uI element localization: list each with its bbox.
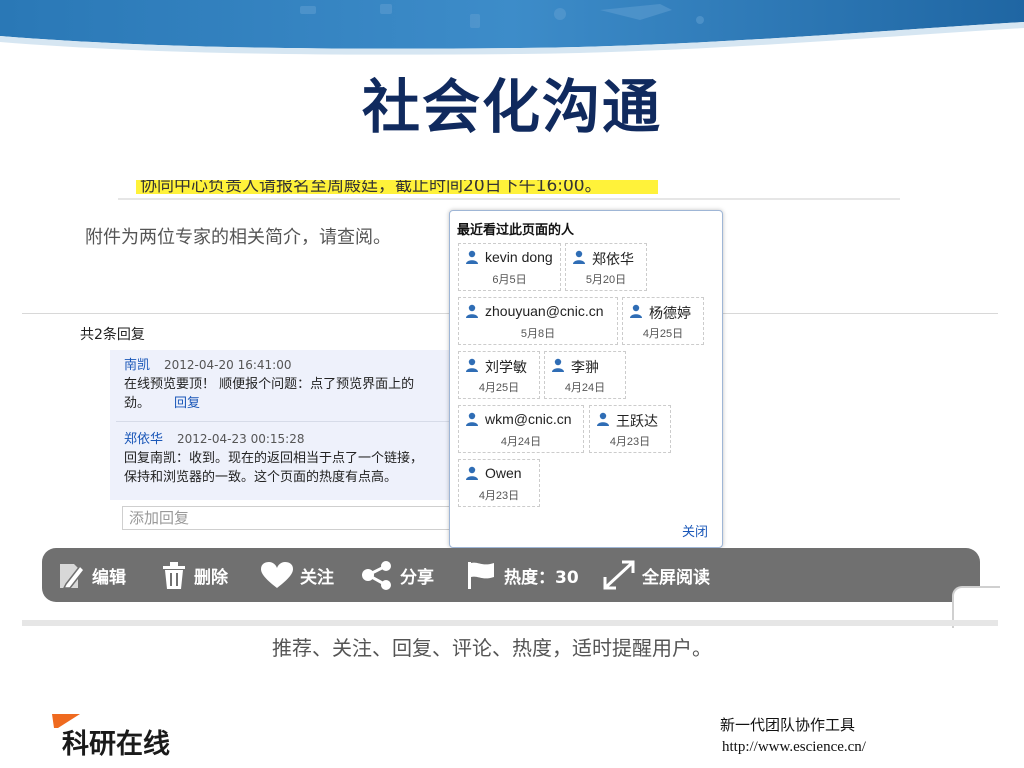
comments-list: 南凯 2012-04-20 16:41:00 在线预览要顶！ 顺便报个问题：点了预… xyxy=(110,350,460,500)
viewer-name: 刘学敏 xyxy=(485,359,527,375)
comment-text: 保持和浏览器的一致。这个页面的热度有点高。 xyxy=(124,470,398,485)
bottom-edge xyxy=(22,620,998,626)
reply-link[interactable]: 回复 xyxy=(174,396,200,411)
viewer-date: 4月24日 xyxy=(500,436,542,448)
viewer-date: 4月25日 xyxy=(642,328,684,340)
user-icon xyxy=(466,304,478,318)
viewer-name: Owen xyxy=(485,465,522,481)
viewer-date: 5月8日 xyxy=(520,328,556,340)
user-icon xyxy=(466,412,478,426)
user-icon xyxy=(573,250,585,264)
user-icon xyxy=(466,250,478,264)
comment-text: 回复南凯：收到。现在的返回相当于点了一个链接， xyxy=(124,451,424,466)
app-screenshot: 协同中心负责人请报名至周殿廷，截止时间20日下午16:00。 附件为两位专家的相… xyxy=(22,176,1000,628)
comment-time: 2012-04-23 00:15:28 xyxy=(177,432,305,446)
trash-icon xyxy=(163,562,185,589)
follow-label: 关注 xyxy=(300,567,334,588)
fullscreen-label: 全屏阅读 xyxy=(642,567,710,588)
viewer-name: 郑依华 xyxy=(592,251,634,267)
edit-label: 编辑 xyxy=(92,567,126,588)
edit-button[interactable]: 编辑 xyxy=(58,548,126,602)
comment-separator xyxy=(116,421,460,422)
slide-caption: 推荐、关注、回复、评论、热度，适时提醒用户。 xyxy=(272,636,712,660)
comment-author[interactable]: 南凯 xyxy=(124,358,150,373)
heart-icon xyxy=(261,562,293,588)
fullscreen-button[interactable]: 全屏阅读 xyxy=(602,548,710,602)
viewer-chip[interactable]: 王跃达 4月23日 xyxy=(589,405,671,453)
close-link[interactable]: 关闭 xyxy=(682,521,708,540)
logo: 科研在线 xyxy=(52,714,202,760)
viewer-date: 4月23日 xyxy=(609,436,651,448)
comment-item: 郑依华 2012-04-23 00:15:28 回复南凯：收到。现在的返回相当于点… xyxy=(124,430,423,487)
user-icon xyxy=(552,358,564,372)
viewer-name: 王跃达 xyxy=(616,413,658,429)
viewer-date: 5月20日 xyxy=(585,274,627,286)
viewer-name: 杨德婷 xyxy=(649,305,691,321)
footer-tagline: 新一代团队协作工具 xyxy=(720,716,856,734)
viewer-date: 4月23日 xyxy=(478,490,520,502)
comment-text: 劲。 xyxy=(124,396,151,411)
viewer-chip[interactable]: 杨德婷 4月25日 xyxy=(622,297,704,345)
viewer-date: 4月24日 xyxy=(564,382,606,394)
expand-icon xyxy=(603,560,635,590)
viewer-chip[interactable]: Owen 4月23日 xyxy=(458,459,540,507)
viewer-chip[interactable]: kevin dong 6月5日 xyxy=(458,243,561,291)
pencil-icon xyxy=(60,564,85,589)
comment-author[interactable]: 郑依华 xyxy=(124,432,163,447)
user-icon xyxy=(466,358,478,372)
viewer-chip[interactable]: 李翀 4月24日 xyxy=(544,351,626,399)
viewer-name: wkm@cnic.cn xyxy=(485,411,572,427)
user-icon xyxy=(630,304,642,318)
viewer-name: 李翀 xyxy=(571,359,599,375)
viewer-date: 4月25日 xyxy=(478,382,520,394)
top-banner xyxy=(0,0,1024,56)
viewer-chip[interactable]: wkm@cnic.cn 4月24日 xyxy=(458,405,584,453)
comment-text: 在线预览要顶！ 顺便报个问题：点了预览界面上的 xyxy=(124,377,415,392)
reply-input[interactable]: 添加回复 xyxy=(122,506,460,530)
viewer-name: zhouyuan@cnic.cn xyxy=(485,303,604,319)
action-toolbar: 编辑 删除 关注 分享 热度：30 全屏阅读 xyxy=(42,548,980,602)
heat-button[interactable]: 热度：30 xyxy=(466,548,579,602)
popup-title: 最近看过此页面的人 xyxy=(457,223,575,238)
notice-text: 协同中心负责人请报名至周殿廷，截止时间20日下午16:00。 xyxy=(140,180,602,196)
slide-title: 社会化沟通 xyxy=(361,73,662,141)
follow-button[interactable]: 关注 xyxy=(260,548,334,602)
delete-label: 删除 xyxy=(194,567,228,588)
share-icon xyxy=(362,561,391,590)
footer-url[interactable]: http://www.escience.cn/ xyxy=(722,739,866,756)
share-button[interactable]: 分享 xyxy=(360,548,434,602)
viewer-chip[interactable]: 刘学敏 4月25日 xyxy=(458,351,540,399)
flag-icon xyxy=(468,562,494,589)
share-label: 分享 xyxy=(400,567,434,588)
user-icon xyxy=(466,466,478,480)
delete-button[interactable]: 删除 xyxy=(160,548,228,602)
user-icon xyxy=(597,412,609,426)
comment-time: 2012-04-20 16:41:00 xyxy=(164,358,292,372)
reply-count: 共2条回复 xyxy=(80,327,145,343)
recent-viewers-popup: 最近看过此页面的人 kevin dong 6月5日 郑依华 5月20日 zhou… xyxy=(449,210,723,548)
comment-item: 南凯 2012-04-20 16:41:00 在线预览要顶！ 顺便报个问题：点了预… xyxy=(124,356,414,413)
truncated-notice: 协同中心负责人请报名至周殿廷，截止时间20日下午16:00。 xyxy=(118,180,900,200)
heat-label: 热度：30 xyxy=(504,567,579,588)
viewer-chip[interactable]: zhouyuan@cnic.cn 5月8日 xyxy=(458,297,618,345)
logo-text: 科研在线 xyxy=(62,729,170,760)
viewer-date: 6月5日 xyxy=(492,274,527,286)
viewer-chip[interactable]: 郑依华 5月20日 xyxy=(565,243,647,291)
attachment-note: 附件为两位专家的相关简介，请查阅。 xyxy=(85,227,391,248)
viewer-name: kevin dong xyxy=(485,249,553,265)
